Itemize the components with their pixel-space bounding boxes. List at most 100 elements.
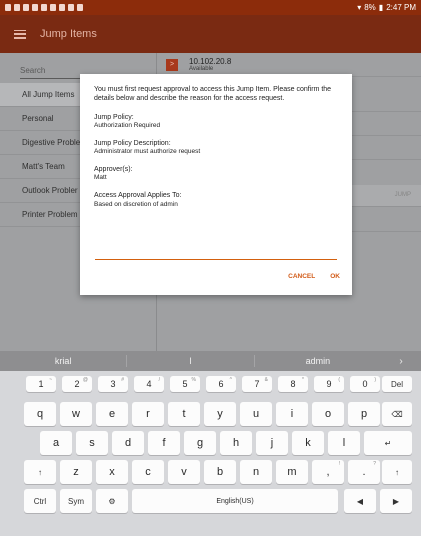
cursor-right-key[interactable]: ▶ bbox=[380, 489, 412, 513]
key-m[interactable]: m bbox=[276, 460, 308, 484]
key-t[interactable]: t bbox=[168, 402, 200, 426]
jump-item-status: Available bbox=[189, 66, 214, 72]
key-g[interactable]: g bbox=[184, 431, 216, 455]
key-o[interactable]: o bbox=[312, 402, 344, 426]
notification-icon bbox=[23, 4, 29, 11]
key-0[interactable]: 0) bbox=[350, 376, 380, 392]
space-key[interactable]: English(US) bbox=[132, 489, 338, 513]
key-1[interactable]: 1 ~ bbox=[26, 376, 56, 392]
terminal-icon: > bbox=[166, 58, 178, 71]
policy-description-label: Jump Policy Description: bbox=[94, 139, 171, 147]
key-u[interactable]: u bbox=[240, 402, 272, 426]
arrow-left-icon: ◀ bbox=[356, 496, 364, 506]
key-s[interactable]: s bbox=[76, 431, 108, 455]
enter-key[interactable]: ↵ bbox=[364, 431, 412, 455]
shift-icon: ↑ bbox=[395, 467, 399, 477]
key-k[interactable]: k bbox=[292, 431, 324, 455]
key-e[interactable]: e bbox=[96, 402, 128, 426]
dialog-intro: You must first request approval to acces… bbox=[94, 86, 332, 103]
notification-icon bbox=[68, 4, 74, 11]
key-c[interactable]: c bbox=[132, 460, 164, 484]
applies-to-value: Based on discretion of admin bbox=[94, 200, 178, 208]
key-7[interactable]: 7 & bbox=[242, 376, 272, 392]
sym-key[interactable]: Sym bbox=[60, 489, 92, 513]
jump-policy-value: Authorization Required bbox=[94, 121, 161, 129]
key-l[interactable]: l bbox=[328, 431, 360, 455]
key-5[interactable]: 5% bbox=[170, 376, 200, 392]
notification-icon bbox=[32, 4, 38, 11]
notification-icons bbox=[5, 4, 83, 11]
key-6[interactable]: 6 ^ bbox=[206, 376, 236, 392]
key-f[interactable]: f bbox=[148, 431, 180, 455]
notification-icon bbox=[77, 4, 83, 11]
notification-icon bbox=[50, 4, 56, 11]
key-d[interactable]: d bbox=[112, 431, 144, 455]
shift-key-left[interactable]: ↑ bbox=[24, 460, 56, 484]
key-3[interactable]: 3 # bbox=[98, 376, 128, 392]
cursor-left-key[interactable]: ◀ bbox=[344, 489, 376, 513]
key-4[interactable]: 4/ bbox=[134, 376, 164, 392]
key-a[interactable]: a bbox=[40, 431, 72, 455]
key-comma[interactable]: ,! bbox=[312, 460, 344, 484]
number-row: 1 ~ 2 @ 3 # 4/ 5% 6 ^ 7 & 8 * 9( 0) Del bbox=[0, 376, 421, 400]
key-x[interactable]: x bbox=[96, 460, 128, 484]
clock: 2:47 PM bbox=[386, 3, 416, 12]
status-bar: ▾ 8% ▮ 2:47 PM bbox=[0, 0, 421, 15]
key-v[interactable]: v bbox=[168, 460, 200, 484]
backspace-icon: ⌫ bbox=[391, 409, 403, 419]
key-h[interactable]: h bbox=[220, 431, 252, 455]
menu-icon[interactable] bbox=[14, 29, 26, 39]
key-b[interactable]: b bbox=[204, 460, 236, 484]
expand-suggestions-icon[interactable]: › bbox=[381, 356, 421, 367]
approval-dialog: You must first request approval to acces… bbox=[80, 74, 352, 295]
ok-button[interactable]: OK bbox=[330, 273, 340, 280]
approvers-value: Matt bbox=[94, 174, 107, 182]
reason-input[interactable] bbox=[95, 254, 337, 260]
key-9[interactable]: 9( bbox=[314, 376, 344, 392]
letter-row-3: ↑ z x c v b n m ,! .? ↑ bbox=[0, 460, 421, 484]
key-w[interactable]: w bbox=[60, 402, 92, 426]
key-8[interactable]: 8 * bbox=[278, 376, 308, 392]
key-p[interactable]: p bbox=[348, 402, 380, 426]
notification-icon bbox=[14, 4, 20, 11]
app-title: Jump Items bbox=[40, 28, 97, 40]
settings-key[interactable]: ⚙ bbox=[96, 489, 128, 513]
notification-icon bbox=[59, 4, 65, 11]
ctrl-key[interactable]: Ctrl bbox=[24, 489, 56, 513]
backspace-key[interactable]: ⌫ bbox=[382, 402, 412, 426]
jump-button-label: JUMP bbox=[394, 192, 411, 198]
app-bar: Jump Items bbox=[0, 15, 421, 53]
key-q[interactable]: q bbox=[24, 402, 56, 426]
on-screen-keyboard: krial l admin › 1 ~ 2 @ 3 # 4/ 5% 6 ^ 7 & 8 * … bbox=[0, 351, 421, 536]
gear-icon: ⚙ bbox=[108, 496, 116, 506]
suggestion[interactable]: admin bbox=[255, 356, 381, 366]
suggestion[interactable]: krial bbox=[0, 356, 126, 366]
policy-description-value: Administrator must authorize request bbox=[94, 148, 201, 156]
key-z[interactable]: z bbox=[60, 460, 92, 484]
arrow-right-icon: ▶ bbox=[392, 496, 400, 506]
letter-row-1: q w e r t y u i o p ⌫ bbox=[0, 402, 421, 426]
keyboard-bottom-row: Ctrl Sym ⚙ English(US) ◀ ▶ bbox=[0, 489, 421, 513]
delete-key[interactable]: Del bbox=[382, 376, 412, 392]
jump-item-name: 10.102.20.8 bbox=[189, 57, 232, 66]
key-2[interactable]: 2 @ bbox=[62, 376, 92, 392]
notification-icon bbox=[5, 4, 11, 11]
notification-icon bbox=[41, 4, 47, 11]
key-period[interactable]: .? bbox=[348, 460, 380, 484]
key-j[interactable]: j bbox=[256, 431, 288, 455]
key-i[interactable]: i bbox=[276, 402, 308, 426]
approvers-label: Approver(s): bbox=[94, 165, 133, 173]
key-n[interactable]: n bbox=[240, 460, 272, 484]
cancel-button[interactable]: CANCEL bbox=[288, 273, 315, 280]
letter-row-2: a s d f g h j k l ↵ bbox=[0, 431, 421, 455]
enter-icon: ↵ bbox=[384, 438, 392, 448]
shift-key-right[interactable]: ↑ bbox=[382, 460, 412, 484]
key-y[interactable]: y bbox=[204, 402, 236, 426]
suggestion[interactable]: l bbox=[127, 356, 253, 366]
jump-policy-label: Jump Policy: bbox=[94, 113, 134, 121]
wifi-icon: ▾ bbox=[357, 3, 362, 12]
key-r[interactable]: r bbox=[132, 402, 164, 426]
battery-level: 8% bbox=[364, 3, 376, 12]
battery-icon: ▮ bbox=[378, 3, 384, 12]
applies-to-label: Access Approval Applies To: bbox=[94, 192, 182, 200]
